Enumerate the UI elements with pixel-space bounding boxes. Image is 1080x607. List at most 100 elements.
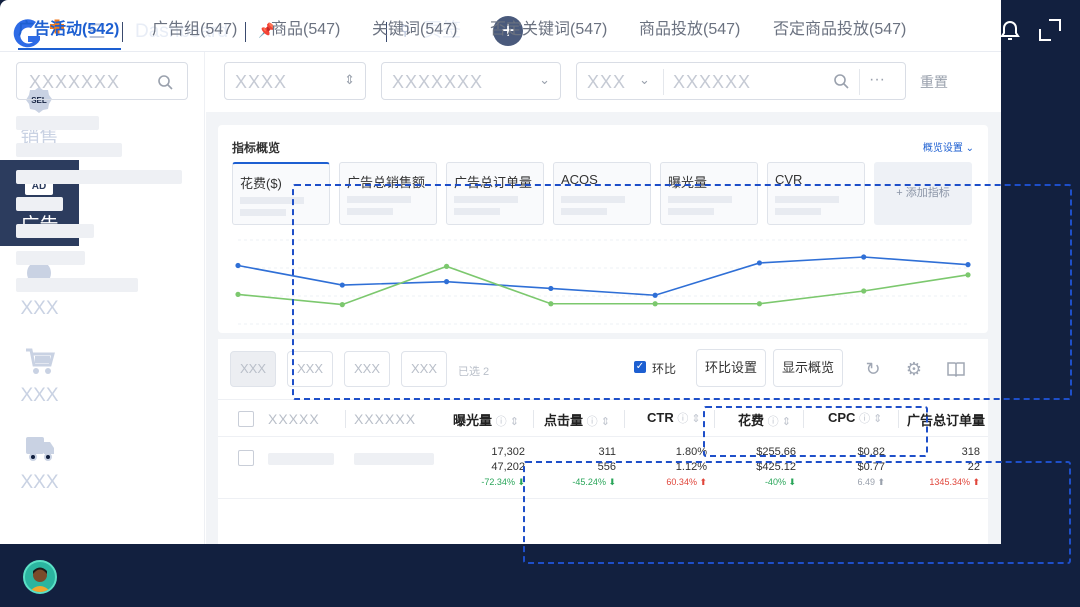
cell-change-rate: 60.34% ⬆ bbox=[666, 477, 707, 487]
column-label: 曝光量 bbox=[453, 413, 493, 428]
data-point[interactable] bbox=[443, 279, 450, 285]
tab-products[interactable]: 商品(547) bbox=[271, 20, 340, 40]
campaign-list-panel: XXXXXXX bbox=[0, 52, 205, 544]
metric-card-impressions[interactable]: 曝光量 bbox=[660, 162, 758, 225]
content-area: XXXX ⇕ XXXXXXX ⌄ XXX ⌄ XXXXXX ··· 重置 指标概… bbox=[206, 52, 1001, 544]
refresh-icon[interactable]: ↻ bbox=[863, 359, 883, 379]
cell-current-value: $0.82 bbox=[857, 446, 885, 458]
help-icon[interactable]: ⓘ ⇕ bbox=[677, 413, 700, 425]
metric-name: ACOS bbox=[561, 172, 598, 187]
chevron-down-icon[interactable]: ⌄ bbox=[639, 72, 650, 88]
bulk-action-button-3[interactable]: XXX bbox=[344, 351, 390, 387]
tab-keywords[interactable]: 关键词(547) bbox=[372, 20, 457, 40]
column-header-cpc[interactable]: CPC ⓘ ⇕ bbox=[828, 410, 882, 426]
data-point[interactable] bbox=[756, 260, 763, 266]
column-header-orders[interactable]: 广告总订单量 bbox=[907, 410, 985, 429]
metric-name: 广告总销售额 bbox=[347, 175, 426, 190]
tab-bar: 广告活动(542) 广告组(547) 商品(547) 关键词(547) 否定关键… bbox=[0, 0, 1001, 52]
data-point[interactable] bbox=[548, 301, 554, 307]
divider bbox=[714, 410, 715, 428]
metric-card-sales[interactable]: 广告总销售额 bbox=[339, 162, 437, 225]
column-header[interactable]: XXXXXX bbox=[354, 411, 416, 427]
cell-current-value: 1.80% bbox=[675, 446, 707, 458]
book-icon[interactable] bbox=[946, 359, 966, 379]
gear-icon[interactable]: ⚙ bbox=[904, 359, 924, 379]
search-icon[interactable] bbox=[833, 73, 849, 89]
table-row[interactable]: 17,302 47,202 -72.34% ⬇ 311 556 -45.24% ⬇ 1.80… bbox=[218, 437, 988, 499]
column-header-impressions[interactable]: 曝光量 ⓘ ⇕ bbox=[453, 410, 519, 429]
search-icon[interactable] bbox=[157, 74, 173, 90]
column-label: 花费 bbox=[738, 413, 765, 428]
filter-field-select[interactable]: XXX bbox=[587, 72, 626, 93]
tab-campaigns[interactable]: 广告活动(542) bbox=[18, 20, 119, 40]
divider bbox=[898, 410, 899, 428]
reset-button[interactable]: 重置 bbox=[920, 72, 948, 92]
compare-checkbox[interactable]: ✓ bbox=[634, 361, 646, 373]
data-point[interactable] bbox=[756, 301, 763, 307]
column-header[interactable]: XXXXX bbox=[268, 411, 320, 427]
data-point[interactable] bbox=[652, 301, 658, 307]
list-item[interactable] bbox=[16, 143, 122, 157]
bulk-action-button-2[interactable]: XXX bbox=[287, 351, 333, 387]
list-item[interactable] bbox=[16, 170, 182, 184]
row-checkbox[interactable] bbox=[238, 450, 254, 466]
column-header-clicks[interactable]: 点击量 ⓘ ⇕ bbox=[544, 410, 610, 429]
data-point[interactable] bbox=[235, 262, 241, 269]
data-point[interactable] bbox=[548, 285, 554, 292]
filter-select-2[interactable]: XXXXXXX ⌄ bbox=[381, 62, 561, 100]
data-point[interactable] bbox=[339, 282, 345, 288]
filter-select-1[interactable]: XXXX ⇕ bbox=[224, 62, 366, 100]
metric-card-spend[interactable]: 花费($) bbox=[232, 162, 330, 225]
main-panel: 广告活动(542) 广告组(547) 商品(547) 关键词(547) 否定关键… bbox=[0, 0, 1001, 544]
select-all-checkbox[interactable] bbox=[238, 411, 254, 427]
compare-label[interactable]: 环比 bbox=[652, 360, 676, 377]
list-item[interactable] bbox=[16, 278, 138, 292]
data-point[interactable] bbox=[965, 272, 971, 278]
filter-keyword-input[interactable]: XXXXXX bbox=[673, 72, 751, 93]
data-point[interactable] bbox=[965, 262, 971, 268]
tab-product-targeting[interactable]: 商品投放(547) bbox=[639, 20, 740, 40]
list-item[interactable] bbox=[16, 116, 99, 130]
column-header-ctr[interactable]: CTR ⓘ ⇕ bbox=[647, 410, 701, 426]
metric-card-cvr[interactable]: CVR bbox=[767, 162, 865, 225]
compare-settings-button[interactable]: 环比设置 bbox=[696, 349, 766, 387]
help-icon[interactable]: ⓘ ⇕ bbox=[768, 416, 791, 428]
cell-change-rate: -40% ⬇ bbox=[764, 477, 796, 487]
filter-search-group[interactable]: XXX ⌄ XXXXXX ··· bbox=[576, 62, 906, 100]
overview-settings-button[interactable]: 概览设置 ⌄ bbox=[923, 139, 974, 154]
metric-card-acos[interactable]: ACOS bbox=[553, 162, 651, 225]
metric-name: CVR bbox=[775, 172, 803, 187]
avatar[interactable] bbox=[23, 560, 57, 594]
bulk-action-button-4[interactable]: XXX bbox=[401, 351, 447, 387]
show-overview-button[interactable]: 显示概览 bbox=[773, 349, 843, 387]
campaign-search-input[interactable]: XXXXXXX bbox=[16, 62, 188, 100]
bulk-action-button-1[interactable]: XXX bbox=[230, 351, 276, 387]
list-item[interactable] bbox=[16, 251, 85, 265]
data-point[interactable] bbox=[861, 288, 867, 294]
cell-current-value: 318 bbox=[961, 446, 980, 458]
data-point[interactable] bbox=[861, 254, 867, 260]
list-item[interactable] bbox=[16, 224, 94, 238]
data-point[interactable] bbox=[443, 263, 450, 269]
data-point[interactable] bbox=[652, 292, 658, 298]
data-point[interactable] bbox=[235, 291, 241, 297]
help-icon[interactable]: ⓘ ⇕ bbox=[587, 416, 610, 428]
metric-placeholder bbox=[240, 209, 286, 216]
fullscreen-icon[interactable] bbox=[1037, 17, 1063, 43]
metric-placeholder bbox=[561, 208, 607, 215]
add-metric-button[interactable]: + 添加指标 bbox=[874, 162, 972, 225]
list-item[interactable] bbox=[16, 197, 63, 211]
help-icon[interactable]: ⓘ ⇕ bbox=[496, 416, 519, 428]
metric-placeholder bbox=[240, 197, 304, 204]
metric-name: 广告总订单量 bbox=[454, 175, 533, 190]
help-icon[interactable]: ⓘ ⇕ bbox=[859, 413, 882, 425]
metric-card-orders[interactable]: 广告总订单量 bbox=[446, 162, 544, 225]
tab-negative-keywords[interactable]: 否定关键词(547) bbox=[490, 20, 607, 40]
tab-negative-product-targeting[interactable]: 否定商品投放(547) bbox=[773, 20, 906, 40]
data-point[interactable] bbox=[339, 302, 345, 308]
column-header-spend[interactable]: 花费 ⓘ ⇕ bbox=[738, 410, 791, 429]
metric-placeholder bbox=[454, 196, 518, 203]
more-icon[interactable]: ··· bbox=[869, 71, 885, 89]
tab-ad-groups[interactable]: 广告组(547) bbox=[152, 20, 237, 40]
column-label: CPC bbox=[828, 410, 856, 425]
